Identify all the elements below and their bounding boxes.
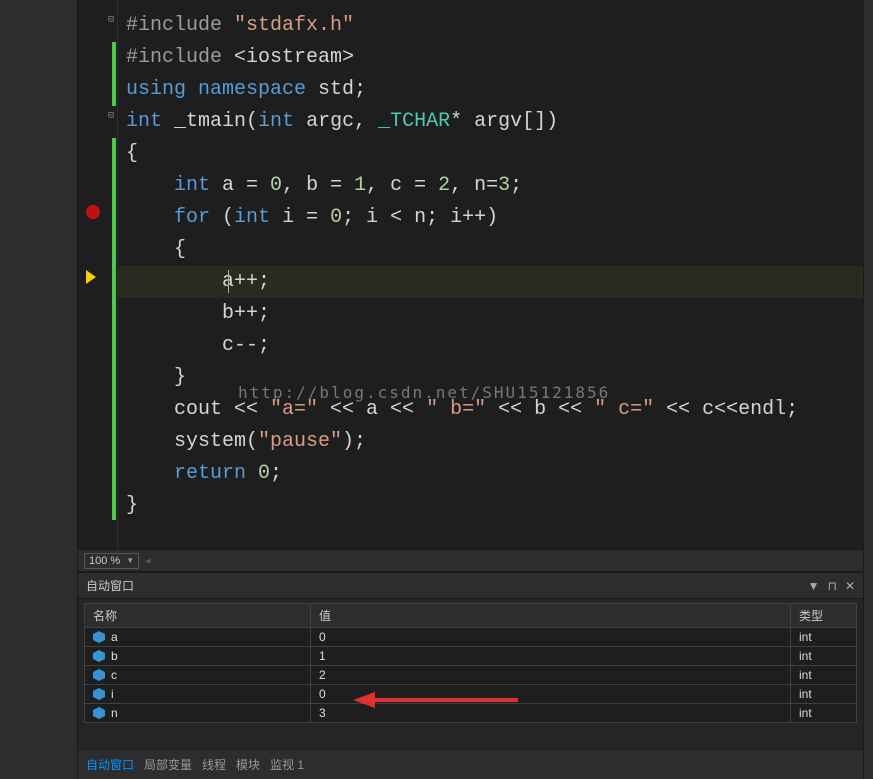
code-line[interactable]: #include "stdafx.h" [118,10,863,42]
bottom-tabs[interactable]: 自动窗口局部变量线程模块监视 1 [78,749,863,779]
var-name: n [111,706,118,720]
var-name: b [111,649,118,663]
code-line[interactable]: int a = 0, b = 1, c = 2, n=3; [118,170,863,202]
table-row[interactable]: c 2int [85,666,856,685]
code-editor[interactable]: ⊟ ⊟ http://blog.csdn.net/SHU15121856 #in… [78,0,863,549]
variable-icon [93,707,105,719]
code-line[interactable]: c--; [118,330,863,362]
var-value[interactable]: 0 [311,685,791,703]
editor-margin[interactable]: ⊟ ⊟ [78,0,118,549]
zoom-dropdown[interactable]: 100 % ▼ [84,553,139,569]
autos-title-bar[interactable]: 自动窗口 ▼ ⊓ ✕ [78,573,863,599]
collapse-icon[interactable]: ⊟ [108,110,114,122]
pin-icon[interactable]: ⊓ [828,579,837,593]
autos-panel: 自动窗口 ▼ ⊓ ✕ 名称 值 类型 a0intb1intc2inti0intn… [78,571,863,779]
tab-4[interactable]: 监视 1 [270,756,304,773]
table-row[interactable]: i 0int [85,685,856,704]
var-value[interactable]: 0 [311,628,791,646]
var-type: int [791,704,856,722]
title-buttons: ▼ ⊓ ✕ [808,579,855,593]
code-line[interactable]: for (int i = 0; i < n; i++) [118,202,863,234]
header-value[interactable]: 值 [311,604,791,627]
code-line[interactable]: return 0; [118,458,863,490]
close-icon[interactable]: ✕ [845,579,855,593]
tab-3[interactable]: 模块 [236,756,260,773]
grid-header[interactable]: 名称 值 类型 [85,604,856,628]
autos-title-label: 自动窗口 [86,577,134,594]
var-value[interactable]: 1 [311,647,791,665]
var-type: int [791,647,856,665]
zoom-bar: 100 % ▼ ◂ [78,549,863,571]
code-text-area[interactable]: http://blog.csdn.net/SHU15121856 #includ… [118,0,863,549]
left-sidebar [0,0,78,779]
code-line[interactable]: { [118,138,863,170]
code-line[interactable]: using namespace std; [118,74,863,106]
table-row[interactable]: n 3int [85,704,856,722]
tab-2[interactable]: 线程 [202,756,226,773]
var-value[interactable]: 2 [311,666,791,684]
var-type: int [791,666,856,684]
var-type: int [791,628,856,646]
watermark-text: http://blog.csdn.net/SHU15121856 [238,377,610,409]
var-name: c [111,668,117,682]
zoom-value: 100 % [89,555,120,567]
code-line[interactable]: int _tmain(int argc, _TCHAR* argv[]) [118,106,863,138]
right-splitter[interactable] [863,0,873,779]
code-line[interactable]: #include <iostream> [118,42,863,74]
scroll-left-icon[interactable]: ◂ [145,554,151,567]
chevron-down-icon: ▼ [126,556,134,565]
collapse-icon[interactable]: ⊟ [108,14,114,26]
tab-1[interactable]: 局部变量 [144,756,192,773]
change-bar [112,138,116,520]
var-type: int [791,685,856,703]
code-line[interactable]: b++; [118,298,863,330]
variable-icon [93,650,105,662]
autos-grid[interactable]: 名称 值 类型 a0intb1intc2inti0intn3int [84,603,857,723]
table-row[interactable]: a 0int [85,628,856,647]
code-line[interactable]: system("pause"); [118,426,863,458]
var-name: a [111,630,118,644]
var-value[interactable]: 3 [311,704,791,722]
code-line[interactable]: } [118,490,863,522]
code-line[interactable]: { [118,234,863,266]
variable-icon [93,631,105,643]
header-name[interactable]: 名称 [85,604,311,627]
header-type[interactable]: 类型 [791,604,856,627]
execution-pointer-icon[interactable] [86,270,96,284]
tab-0[interactable]: 自动窗口 [86,756,134,773]
window-menu-icon[interactable]: ▼ [808,579,820,593]
code-line[interactable]: a++; [118,266,863,298]
breakpoint-icon[interactable] [86,205,100,219]
table-row[interactable]: b 1int [85,647,856,666]
variable-icon [93,669,105,681]
main-area: ⊟ ⊟ http://blog.csdn.net/SHU15121856 #in… [78,0,863,779]
var-name: i [111,687,114,701]
variable-icon [93,688,105,700]
change-bar [112,42,116,106]
